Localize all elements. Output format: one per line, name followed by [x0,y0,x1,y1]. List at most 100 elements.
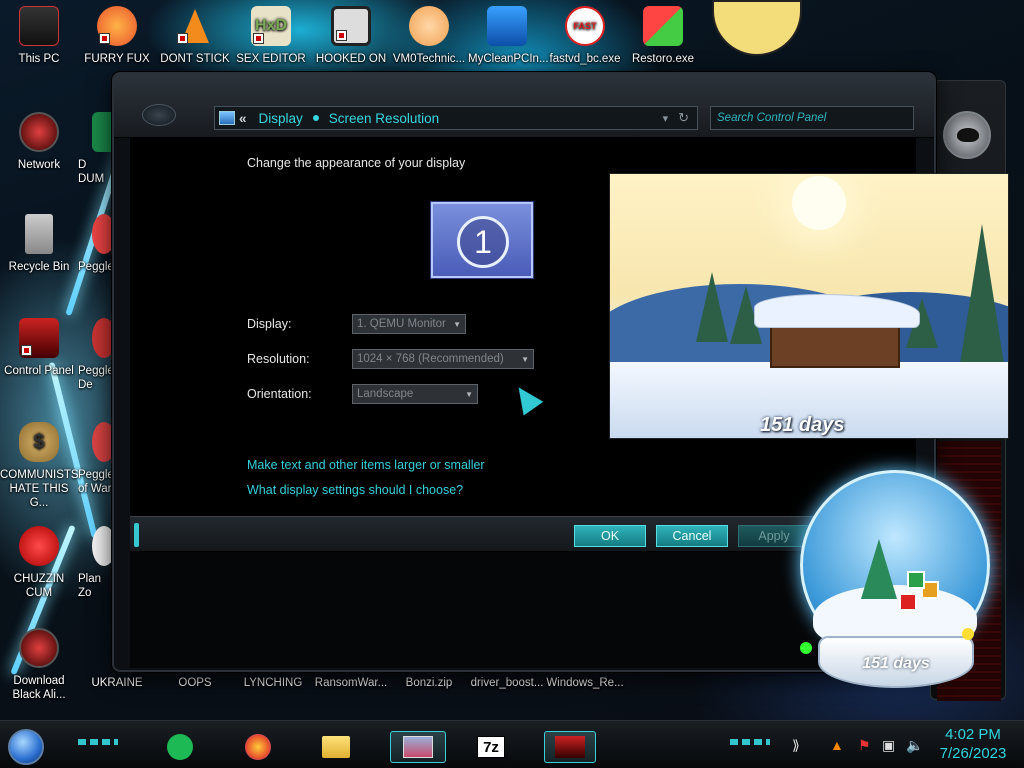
desktop-icon-hooked-on[interactable]: HOOKED ON [312,6,390,66]
address-dropdown-chevron-icon[interactable]: ▾ [663,112,669,125]
taskbar: 7z ⟫ ▲ ⚑ ▣ 🔈 4:02 PM 7/26/2023 [0,720,1024,768]
app-icon [92,112,114,152]
tray-app-icon[interactable]: ▲ [830,737,844,753]
breadcrumb-display[interactable]: Display [259,111,303,126]
alienware-head-icon[interactable] [943,111,991,159]
desktop-icon-control-panel[interactable]: Control Panel [0,318,78,378]
taskbar-decoration [730,739,770,745]
address-bar[interactable]: « Display Screen Resolution ▾ ↻ [214,106,698,130]
snow-globe-base-label: 151 days [818,636,974,688]
icon-label: VM0Technic... [392,53,466,65]
start-button[interactable] [8,729,44,765]
refresh-icon[interactable]: ↻ [678,110,689,126]
restoro-icon [643,6,683,46]
orientation-label: Orientation: [247,387,312,401]
cancel-button[interactable]: Cancel [656,525,728,547]
desktop-icon-network[interactable]: Network [0,112,78,172]
desktop-icon-recycle-bin[interactable]: Recycle Bin [0,214,78,274]
desktop-icon-download-black-ali[interactable]: Download Black Ali... [0,628,78,702]
desktop-icon-dumb[interactable]: D DUM [78,112,114,186]
icon-label: COMMUNISTS HATE THIS G... [0,469,79,509]
button-bar: OK Cancel Apply [130,516,916,552]
7zip-taskbar-button[interactable]: 7z [468,731,514,763]
alienware-taskbar-button[interactable] [544,731,596,763]
winter-countdown-gadget[interactable]: 151 days [609,173,1009,439]
window-titlebar: « Display Screen Resolution ▾ ↻ [114,74,934,138]
back-forward-orb-icon[interactable] [142,104,176,126]
flower-icon [92,526,114,566]
spotify-icon [167,734,193,760]
desktop-icon-driver-booster[interactable]: driver_boost... [468,676,546,690]
make-text-larger-link[interactable]: Make text and other items larger or smal… [247,458,485,472]
desktop-icon-chuzzin[interactable]: CHUZZIN CUM [0,526,78,600]
breadcrumb-overflow-chevron[interactable]: « [239,111,247,126]
maze-icon [331,6,371,46]
resolution-select[interactable]: 1024 × 768 (Recommended) ▼ [352,349,534,369]
monitor-1-icon[interactable]: 1 [431,202,533,278]
desktop-icon-ransomware[interactable]: RansomWar... [312,676,390,690]
action-center-flag-icon[interactable]: ⚑ [858,737,871,754]
icon-label: fastvd_bc.exe [549,53,621,65]
breadcrumb-screen-resolution[interactable]: Screen Resolution [329,111,439,126]
gift-icon [907,571,925,589]
desktop-icon-oops[interactable]: OOPS [156,676,234,690]
apply-button[interactable]: Apply [738,525,810,547]
hxd-icon: HxD [251,6,291,46]
display-select-value: 1. QEMU Monitor [357,318,446,330]
icon-label: HOOKED ON [315,53,387,65]
monitor-number: 1 [457,216,509,268]
icon-label: SEX EDITOR [236,53,306,65]
chevron-down-icon: ▼ [465,389,473,399]
page-title: Change the appearance of your display [247,156,466,170]
icon-label: Plan Zo [78,573,102,599]
desktop-icon-bonzi-zip[interactable]: Bonzi.zip [390,676,468,690]
cabin-icon [754,294,920,368]
icon-label: CHUZZIN CUM [13,573,65,599]
firefox-taskbar-button[interactable] [238,731,278,763]
icon-label: This PC [18,53,60,65]
display-label: Display: [247,317,292,331]
display-select[interactable]: 1. QEMU Monitor ▼ [352,314,466,334]
desktop-icon-lynching[interactable]: LYNCHING [234,676,312,690]
desktop-icon-peggle-war[interactable]: Peggle of War [78,422,114,496]
desktop-icon-peggle[interactable]: Peggle [78,214,114,274]
icon-label: Restoro.exe [631,53,694,65]
desktop-icon-ukraine[interactable]: UKRAINE [78,676,156,690]
display-settings-help-link[interactable]: What display settings should I choose? [247,483,463,497]
alienware-icon [555,736,585,758]
display-settings-taskbar-button[interactable] [390,731,446,763]
desktop-icon-peggle-de[interactable]: Peggle De [78,318,114,392]
volume-icon[interactable]: 🔈 [906,737,923,754]
network-tray-icon[interactable]: ▣ [882,737,895,754]
this-pc-icon [19,6,59,46]
clock-date: 7/26/2023 [939,745,1007,762]
show-hidden-icons-icon[interactable]: ⟫ [792,737,800,754]
peggle-icon [92,422,114,462]
pine-tree-icon [960,224,1004,364]
orientation-select[interactable]: Landscape ▼ [352,384,478,404]
system-clock[interactable]: 4:02 PM 7/26/2023 [928,725,1018,763]
desktop-icon-restoro[interactable]: Restoro.exe [624,6,702,66]
spotify-taskbar-button[interactable] [160,731,200,763]
firefox-icon [97,6,137,46]
desktop-icon-plants-zombies[interactable]: Plan Zo [78,526,114,600]
desktop-icon-communists[interactable]: $ COMMUNISTS HATE THIS G... [0,422,79,510]
desktop-icon-mycleanpc[interactable]: MyCleanPCIn... [468,6,549,66]
desktop-icon-fastvd[interactable]: FAST fastvd_bc.exe [546,6,624,66]
fast-video-downloader-icon: FAST [565,6,605,46]
search-input[interactable] [710,106,914,130]
explorer-taskbar-button[interactable] [316,731,356,763]
desktop-icon-windows-re[interactable]: Windows_Re... [546,676,624,690]
mouse-cursor-icon [508,380,544,416]
desktop-icon-dont-stick[interactable]: DONT STICK [156,6,234,66]
control-panel-icon [19,318,59,358]
desktop-icon-sex-editor[interactable]: HxD SEX EDITOR [232,6,310,66]
desktop-icon-this-pc[interactable]: This PC [0,6,78,66]
shield-icon [487,6,527,46]
peggle-icon [92,214,114,254]
desktop-icon-vm0technic[interactable]: VM0Technic... [390,6,468,66]
grip-handle [134,523,139,547]
sun-icon [792,176,846,230]
desktop-icon-furry-fux[interactable]: FURRY FUX [78,6,156,66]
ok-button[interactable]: OK [574,525,646,547]
